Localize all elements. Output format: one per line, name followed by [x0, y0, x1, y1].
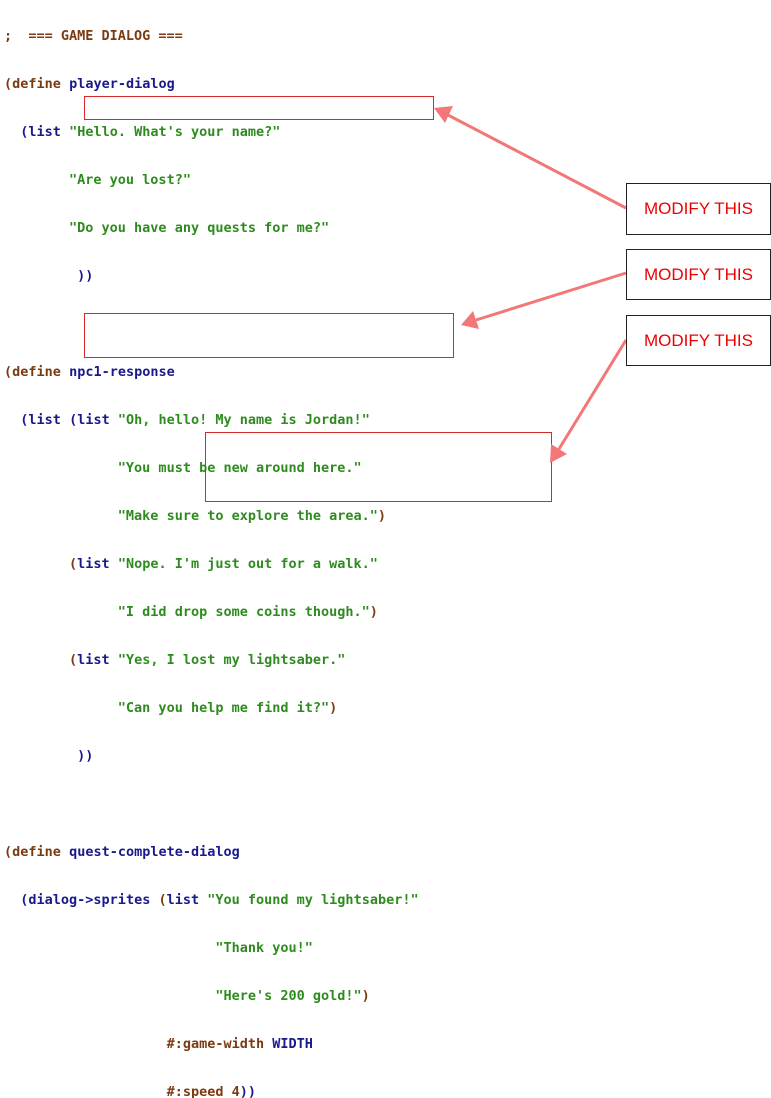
- string-literal: "I did drop some coins though.": [117, 604, 370, 620]
- arrow-line: [557, 339, 628, 450]
- code-line: (list "Nope. I'm just out for a walk.": [69, 556, 378, 572]
- define-keyword: define: [12, 844, 61, 860]
- arrow-line: [447, 113, 627, 210]
- list-keyword: list: [77, 652, 110, 668]
- string-literal: "Can you help me find it?": [117, 700, 330, 716]
- string-literal: "Here's 200 gold!": [215, 988, 362, 1004]
- keyword-argument: #:game-width: [166, 1036, 265, 1052]
- arrow-head: [550, 444, 567, 463]
- code-line: (define quest-complete-dialog: [4, 844, 240, 860]
- string-literal: "Nope. I'm just out for a walk.": [117, 556, 378, 572]
- code-line: "Thank you!": [4, 936, 744, 960]
- keyword-argument: #:speed: [166, 1084, 224, 1098]
- code-line: #:speed 4)): [166, 1084, 257, 1098]
- list-keyword: list: [166, 892, 200, 908]
- code-line: #:game-width WIDTH: [4, 1032, 744, 1056]
- modify-callout-3: MODIFY THIS: [626, 315, 771, 366]
- modify-callout-2: MODIFY THIS: [626, 249, 771, 300]
- string-literal: "Yes, I lost my lightsaber.": [117, 652, 346, 668]
- modify-callout-1: MODIFY THIS: [626, 183, 771, 235]
- quest-complete-identifier: quest-complete-dialog: [69, 844, 240, 860]
- code-line: (dialog->sprites (list "You found my lig…: [20, 892, 419, 908]
- string-literal: "You found my lightsaber!": [207, 892, 419, 908]
- code-line: "Here's 200 gold!"): [215, 988, 370, 1004]
- code-line: (list "Yes, I lost my lightsaber.": [69, 652, 346, 668]
- code-line: "Can you help me find it?"): [117, 700, 338, 716]
- speed-value: 4: [231, 1084, 240, 1098]
- arrow-line: [475, 271, 627, 322]
- list-keyword: list: [77, 556, 110, 572]
- code-line: )): [77, 748, 94, 764]
- string-literal: "Thank you!": [215, 940, 313, 956]
- dialog-sprites-function: dialog->sprites: [28, 892, 151, 908]
- width-constant: WIDTH: [272, 1036, 313, 1052]
- code-line: "I did drop some coins though."): [117, 604, 378, 620]
